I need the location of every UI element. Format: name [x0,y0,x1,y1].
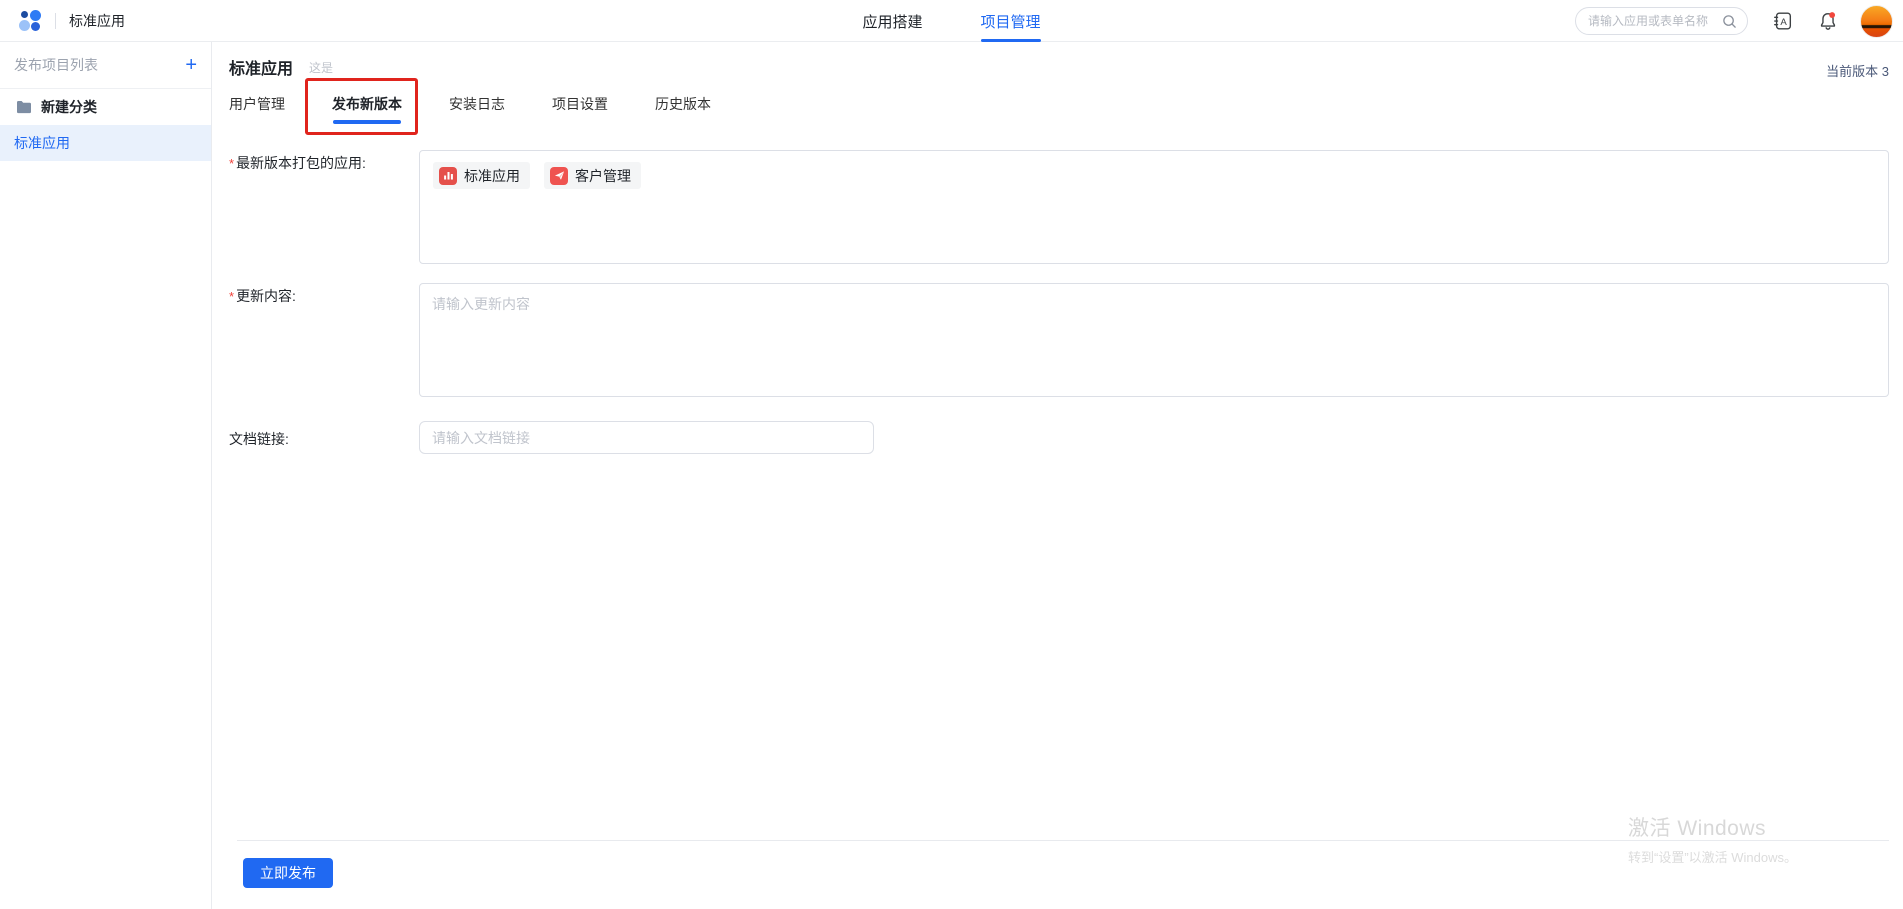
current-version-badge: 当前版本 3 [1826,61,1889,80]
global-search[interactable] [1575,7,1748,35]
bar-chart-app-icon [439,167,457,185]
app-tag-label: 标准应用 [464,166,520,186]
tab-publish-new-version[interactable]: 发布新版本 [332,94,402,124]
search-input[interactable] [1588,14,1722,28]
user-avatar[interactable] [1860,5,1893,38]
required-marker: * [229,289,234,304]
sidebar: 发布项目列表 + 新建分类 标准应用 [0,42,212,909]
folder-icon [16,100,32,114]
field-label-doc-link: 文档链接: [229,429,289,449]
sidebar-category-label: 新建分类 [41,97,97,117]
required-marker: * [229,156,234,171]
app-tag-standard-app[interactable]: 标准应用 [433,162,530,189]
paper-plane-app-icon [550,167,568,185]
sidebar-header-label: 发布项目列表 [14,55,98,75]
main-content: 标准应用 这是 当前版本 3 用户管理 发布新版本 安装日志 项目设置 历史版本… [212,42,1903,909]
update-content-textarea[interactable] [419,283,1889,397]
field-label-packaged-apps: *最新版本打包的应用: [229,153,366,173]
sidebar-item-standard-app[interactable]: 标准应用 [0,125,211,161]
app-tag-customer-manage[interactable]: 客户管理 [544,162,641,189]
tab-history-version[interactable]: 历史版本 [655,94,711,124]
topbar: 标准应用 应用搭建 项目管理 [0,0,1903,42]
tab-install-log[interactable]: 安装日志 [449,94,505,124]
search-icon [1722,14,1737,29]
sidebar-header: 发布项目列表 + [0,42,211,89]
field-label-update-content: *更新内容: [229,286,296,306]
app-tag-label: 客户管理 [575,166,631,186]
add-project-button[interactable]: + [185,55,197,75]
screen: 标准应用 应用搭建 项目管理 [0,0,1903,909]
packaged-apps-tagbox[interactable]: 标准应用 客户管理 [419,150,1889,264]
sidebar-category-new-folder[interactable]: 新建分类 [0,89,211,125]
nav-item-project-manage[interactable]: 项目管理 [981,0,1041,42]
address-book-icon[interactable]: A [1770,8,1796,34]
footer-divider [237,840,1889,841]
tab-user-manage[interactable]: 用户管理 [229,94,285,124]
page-title: 标准应用 [229,55,293,79]
topbar-right: A [1575,0,1903,42]
publish-now-button[interactable]: 立即发布 [243,858,333,888]
svg-text:A: A [1780,17,1787,28]
tab-bar: 用户管理 发布新版本 安装日志 项目设置 历史版本 [229,94,758,124]
page-subtitle: 这是 [309,59,333,76]
nav-item-app-build[interactable]: 应用搭建 [862,0,922,42]
tab-project-settings[interactable]: 项目设置 [552,94,608,124]
bell-icon[interactable] [1815,8,1841,34]
doc-link-input[interactable] [419,421,874,454]
